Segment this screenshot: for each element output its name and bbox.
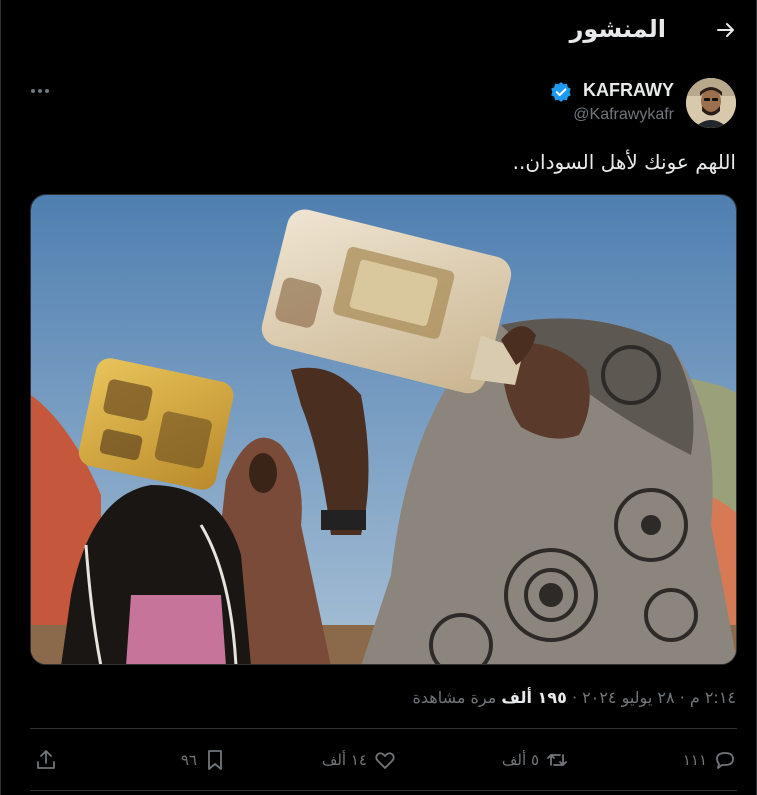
reply-button[interactable]: ١١١ [683,745,737,775]
post-header: المنشور [1,0,757,62]
more-button[interactable] [29,82,51,100]
bookmark-count: ٩٦ [180,751,197,769]
tweet-date[interactable]: ٢٨ يوليو ٢٠٢٤ [582,688,674,707]
arrow-right-icon [717,23,734,37]
reply-count: ١١١ [682,751,707,769]
bookmark-icon [208,750,222,770]
post-frame: المنشور KAFRAWY @Kafrawykafr اللهم عونك … [0,0,757,795]
divider-bottom [30,790,737,791]
action-bar: ١١١ ٥ ألف ١٤ ألف ٩٦ [30,745,737,775]
page-title: المنشور [569,15,666,43]
reply-icon [716,752,734,769]
retweet-button[interactable]: ٥ ألف [502,745,569,775]
bookmark-button[interactable]: ٩٦ [181,745,227,775]
views-count: ١٩٥ ألف [501,688,567,707]
tweet-photo [31,195,736,664]
share-icon [37,750,55,769]
display-name[interactable]: KAFRAWY [583,80,674,101]
tweet-time[interactable]: ٢:١٤ م [690,688,736,707]
user-handle[interactable]: @Kafrawykafr [573,106,674,124]
back-button[interactable] [714,18,738,42]
like-count: ١٤ ألف [321,751,367,769]
tweet-meta: ٢:١٤ م · ٢٨ يوليو ٢٠٢٤ · ١٩٥ ألف مرة مشا… [413,688,736,707]
tweet-media[interactable] [30,194,737,665]
meta-separator: · [679,688,685,707]
share-button[interactable] [34,745,58,775]
divider [30,728,737,729]
retweet-icon [547,754,567,766]
more-dots-icon [31,89,49,93]
verified-badge-icon [550,81,572,103]
retweet-count: ٥ ألف [501,751,539,769]
views-label: مرة مشاهدة [412,688,497,707]
tweet-text: اللهم عونك لأهل السودان.. [512,150,736,174]
like-button[interactable]: ١٤ ألف [322,745,397,775]
avatar[interactable] [686,78,736,128]
heart-icon [375,752,395,769]
avatar-image [686,78,736,128]
meta-separator-2: · [571,688,578,707]
